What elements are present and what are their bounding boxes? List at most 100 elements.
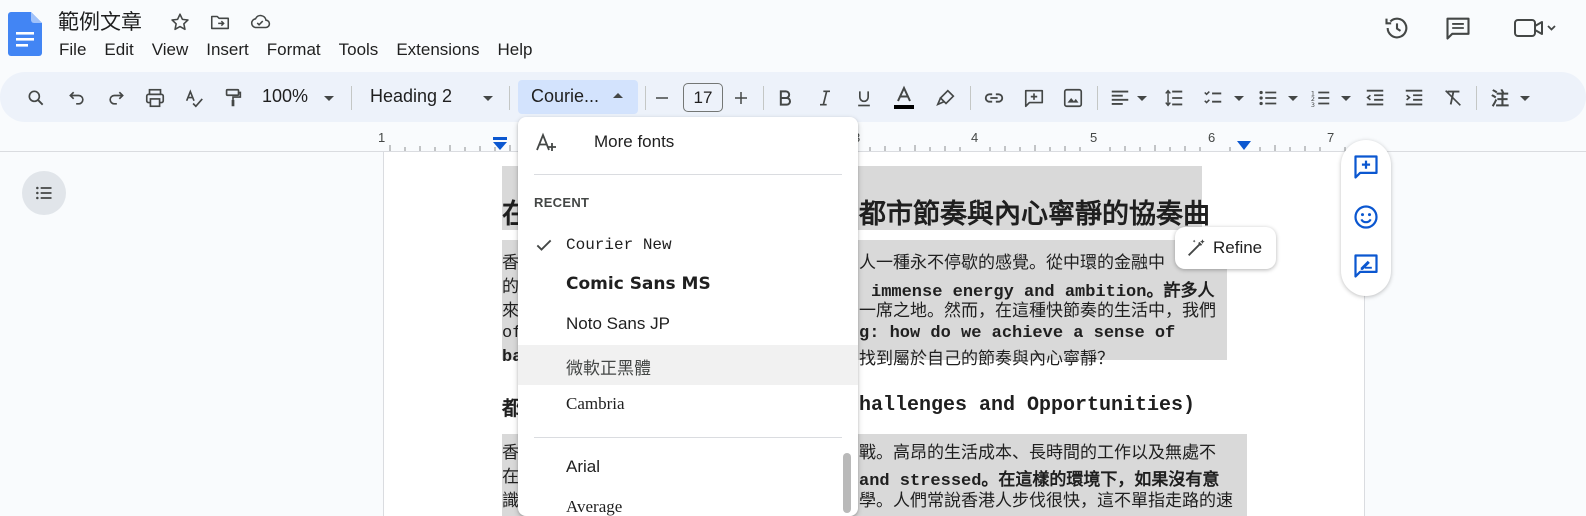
add-comment-side-icon[interactable] xyxy=(1352,153,1380,181)
ruler-number: 6 xyxy=(1208,130,1216,145)
magic-pen-icon xyxy=(1185,237,1207,259)
font-caret-up-icon xyxy=(613,93,623,98)
font-option-label: Courier New xyxy=(566,236,672,254)
font-option-arial[interactable]: Arial xyxy=(518,448,858,488)
font-option-label: Comic Sans MS xyxy=(566,274,711,294)
ruler-number: 5 xyxy=(1090,130,1098,145)
input-tools-caret-icon xyxy=(1520,96,1530,101)
document-outline-button[interactable] xyxy=(22,171,66,215)
insert-link-icon[interactable] xyxy=(980,84,1008,112)
font-size-input[interactable]: 17 xyxy=(683,83,723,112)
more-fonts-item[interactable]: More fonts xyxy=(518,123,858,163)
svg-text:3: 3 xyxy=(1311,101,1315,109)
p1-line: g: how do we achieve a sense of xyxy=(859,324,1176,343)
menu-extensions[interactable]: Extensions xyxy=(387,38,488,62)
bulleted-list-icon[interactable] xyxy=(1254,84,1282,112)
font-option-courier-new[interactable]: Courier New xyxy=(518,225,858,265)
dropdown-scrollbar[interactable] xyxy=(843,453,851,513)
increase-indent-icon[interactable] xyxy=(1400,84,1428,112)
svg-text:注: 注 xyxy=(1491,88,1509,110)
paragraph-style-select[interactable]: Heading 2 xyxy=(370,86,452,107)
p1-line: 人一種永不停歇的感覺。從中環的金融中 xyxy=(859,253,1165,273)
search-menus-icon[interactable] xyxy=(22,84,50,112)
p1-line: 一席之地。然而，在這種快節奏的生活中，我們 xyxy=(859,301,1216,321)
clear-formatting-icon[interactable] xyxy=(1439,84,1467,112)
print-icon[interactable] xyxy=(141,84,169,112)
suggest-edits-icon[interactable] xyxy=(1352,252,1380,280)
input-tools-icon[interactable]: 注 xyxy=(1487,84,1515,112)
numbered-list-icon[interactable]: 123 xyxy=(1307,84,1335,112)
outline-list-icon xyxy=(36,186,52,200)
font-option-noto-sans-jp[interactable]: Noto Sans JP xyxy=(518,305,858,345)
line-spacing-icon[interactable] xyxy=(1160,84,1188,112)
font-option-label: Cambria xyxy=(566,394,625,413)
heading-1-text: 都市節奏與內心寧靜的協奏曲 xyxy=(859,199,1210,230)
refine-button[interactable]: Refine xyxy=(1175,227,1276,269)
version-history-icon[interactable] xyxy=(1381,12,1413,44)
add-comment-icon[interactable] xyxy=(1020,84,1048,112)
menu-edit[interactable]: Edit xyxy=(95,38,142,62)
comments-icon[interactable] xyxy=(1442,12,1474,44)
document-title[interactable]: 範例文章 xyxy=(58,6,142,36)
align-caret-icon xyxy=(1137,96,1147,101)
p2-line-start: 香 xyxy=(502,443,519,463)
font-option-microsoft-jhenghei[interactable]: 微軟正黑體 xyxy=(518,345,858,385)
font-option-label: Average xyxy=(566,497,623,516)
font-option-cambria[interactable]: Cambria xyxy=(518,385,858,425)
meet-icon[interactable] xyxy=(1510,12,1558,44)
font-option-average[interactable]: Average xyxy=(518,488,858,516)
number-caret-icon xyxy=(1341,96,1351,101)
ruler-number: 7 xyxy=(1327,130,1335,145)
font-option-label: Noto Sans JP xyxy=(566,314,670,333)
increase-font-size-icon[interactable] xyxy=(727,84,755,112)
checklist-icon[interactable] xyxy=(1199,84,1227,112)
align-icon[interactable] xyxy=(1106,84,1134,112)
decrease-font-size-icon[interactable] xyxy=(648,84,676,112)
style-caret-icon xyxy=(483,96,493,101)
font-option-label: Arial xyxy=(566,457,601,476)
checklist-caret-icon xyxy=(1234,96,1244,101)
p1-line-start: 的 xyxy=(502,277,519,297)
menu-insert[interactable]: Insert xyxy=(197,38,258,62)
menu-help[interactable]: Help xyxy=(488,38,541,62)
redo-icon[interactable] xyxy=(102,84,130,112)
text-color-icon[interactable] xyxy=(890,84,918,112)
font-option-comic-sans[interactable]: Comic Sans MS xyxy=(518,265,858,305)
docs-logo[interactable] xyxy=(8,12,42,56)
p1-line: 找到屬於自己的節奏與內心寧靜？ xyxy=(859,349,1114,369)
undo-icon[interactable] xyxy=(63,84,91,112)
toolbar-divider xyxy=(1097,86,1098,110)
menu-divider xyxy=(534,437,842,438)
menu-bar: File Edit View Insert Format Tools Exten… xyxy=(50,38,541,62)
p1-line-start: 香 xyxy=(502,253,519,273)
toolbar-divider xyxy=(970,86,971,110)
emoji-reaction-icon[interactable] xyxy=(1352,203,1380,231)
move-folder-icon[interactable] xyxy=(208,10,232,34)
menu-view[interactable]: View xyxy=(143,38,198,62)
heading-2-text: hallenges and Opportunities) xyxy=(859,394,1196,417)
bold-icon[interactable] xyxy=(771,84,799,112)
recent-fonts-header: RECENT xyxy=(534,195,590,210)
underline-icon[interactable] xyxy=(850,84,878,112)
decrease-indent-icon[interactable] xyxy=(1361,84,1389,112)
italic-icon[interactable] xyxy=(811,84,839,112)
add-font-icon xyxy=(534,131,558,160)
paint-format-icon[interactable] xyxy=(219,84,247,112)
star-icon[interactable] xyxy=(168,10,192,34)
menu-tools[interactable]: Tools xyxy=(330,38,388,62)
menu-divider xyxy=(534,174,842,175)
menu-format[interactable]: Format xyxy=(258,38,330,62)
toolbar-divider xyxy=(1476,86,1477,110)
zoom-caret-icon xyxy=(324,96,334,101)
toolbar-divider xyxy=(509,86,510,110)
font-select-label: Courie... xyxy=(531,86,600,106)
cloud-saved-icon[interactable] xyxy=(248,10,272,34)
highlight-color-icon[interactable] xyxy=(932,84,960,112)
p2-line-start: 在 xyxy=(502,467,519,487)
menu-file[interactable]: File xyxy=(50,38,95,62)
p2-line: 戰。高昂的生活成本、長時間的工作以及無處不 xyxy=(859,443,1216,463)
refine-label: Refine xyxy=(1213,238,1263,257)
zoom-select[interactable]: 100% xyxy=(262,86,308,107)
spelling-check-icon[interactable] xyxy=(180,84,208,112)
insert-image-icon[interactable] xyxy=(1059,84,1087,112)
